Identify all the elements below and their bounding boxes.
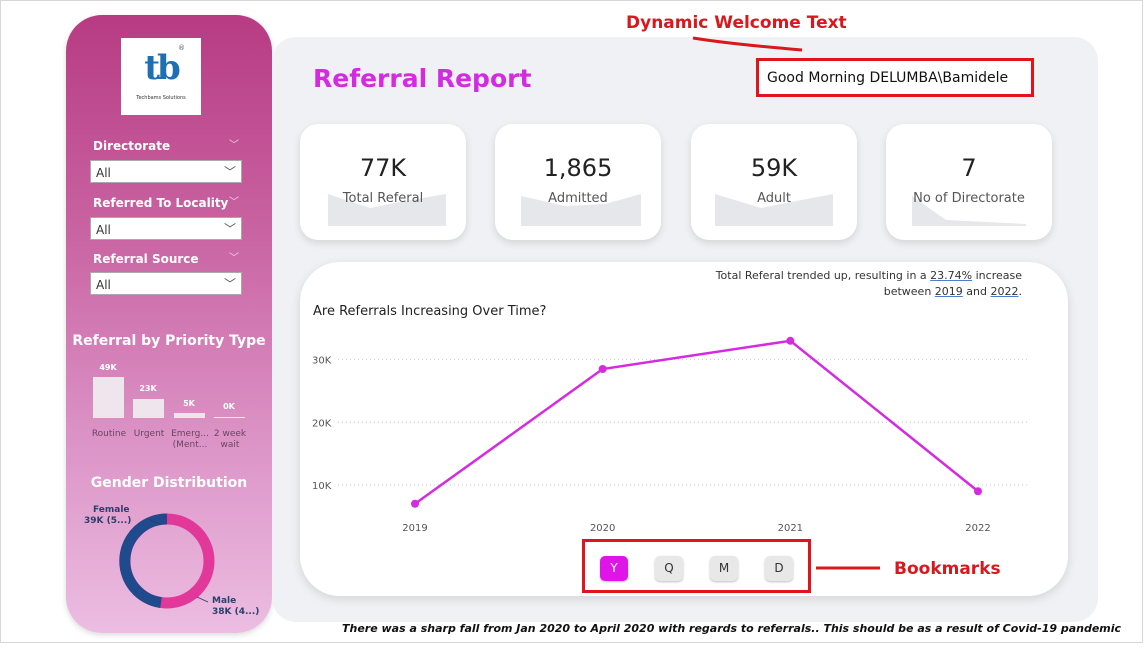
- bar-category-label: Urgent: [133, 429, 165, 439]
- x-tick-label: 2022: [965, 523, 990, 534]
- y-tick-label: 30K: [312, 356, 332, 367]
- bar-value-label: 5K: [183, 399, 195, 408]
- bar-routine[interactable]: [93, 377, 124, 418]
- male-value: 38K (4...): [212, 607, 260, 617]
- bookmark-year-button[interactable]: Y: [600, 556, 628, 581]
- gender-chart-title: Gender Distribution: [90, 475, 248, 491]
- slicer-label-directorate: Directorate: [93, 139, 171, 153]
- data-point[interactable]: [411, 499, 419, 508]
- x-tick-label: 2019: [402, 523, 427, 534]
- donut-label-female: Female: [93, 505, 130, 516]
- bar-value-label: 0K: [223, 402, 235, 411]
- dropdown-value: All: [96, 278, 111, 292]
- chevron-down-icon[interactable]: ﹀: [229, 249, 239, 264]
- kpi-label: No of Directorate: [913, 191, 1025, 206]
- bar-category-label: Emerg... (Ment...: [171, 429, 209, 450]
- welcome-text: Good Morning DELUMBA\Bamidele: [767, 70, 1009, 86]
- kpi-card-total-referal[interactable]: 77K Total Referal: [300, 124, 466, 240]
- annotation-arrow-line: [816, 566, 880, 570]
- bar-urgent[interactable]: [133, 399, 164, 418]
- bar-value-label: 49K: [99, 363, 117, 372]
- kpi-value: 7: [961, 154, 977, 182]
- bookmark-month-button[interactable]: M: [710, 556, 738, 581]
- kpi-label: Total Referal: [342, 191, 424, 206]
- bar-value-label: 23K: [139, 384, 157, 393]
- kpi-label: Adult: [757, 191, 791, 206]
- data-point[interactable]: [974, 487, 982, 496]
- female-label: Female: [93, 505, 130, 515]
- male-label: Male: [212, 596, 237, 606]
- bookmark-day-button[interactable]: D: [765, 556, 793, 581]
- directorate-dropdown[interactable]: All ﹀: [90, 160, 242, 183]
- bar-emergency[interactable]: [174, 413, 205, 418]
- footer-note: There was a sharp fall from Jan 2020 to …: [342, 622, 1122, 635]
- chevron-down-icon: ﹀: [223, 222, 236, 236]
- data-point[interactable]: [598, 365, 607, 374]
- chevron-down-icon[interactable]: ﹀: [229, 136, 239, 151]
- kpi-card-admitted[interactable]: 1,865 Admitted: [495, 124, 661, 240]
- dropdown-value: All: [96, 223, 111, 237]
- chevron-down-icon[interactable]: ﹀: [229, 193, 239, 208]
- female-value: 39K (5...): [84, 516, 132, 526]
- sparkline: [715, 194, 833, 226]
- locality-dropdown[interactable]: All ﹀: [90, 217, 242, 240]
- kpi-card-directorate[interactable]: 7 No of Directorate: [886, 124, 1052, 240]
- bar-category-label: Routine: [91, 429, 127, 439]
- sparkline: [521, 194, 641, 226]
- bar-category-label: 2 week wait: [213, 429, 247, 450]
- bar-2-week-wait[interactable]: [214, 417, 245, 418]
- source-dropdown[interactable]: All ﹀: [90, 272, 242, 295]
- annotation-underline: [692, 36, 803, 52]
- chevron-down-icon: ﹀: [223, 165, 236, 179]
- slicer-label-locality: Referred To Locality: [93, 196, 229, 210]
- logo-text: Techbams Solutions: [136, 95, 186, 101]
- annotation-bookmarks: Bookmarks: [894, 559, 1001, 579]
- sparkline: [912, 196, 1026, 226]
- company-logo: tb Techbams Solutions: [121, 38, 201, 115]
- registered-mark: ®: [178, 44, 185, 52]
- leader-line: [196, 596, 209, 603]
- data-point[interactable]: [786, 336, 795, 345]
- page-title: Referral Report: [313, 64, 532, 93]
- chevron-down-icon: ﹀: [223, 277, 236, 291]
- bookmark-navigator: Y Q M D: [582, 539, 811, 593]
- kpi-value: 77K: [359, 154, 407, 182]
- series-line: [414, 339, 979, 505]
- y-tick-label: 20K: [312, 418, 332, 429]
- x-tick-label: 2020: [590, 523, 615, 534]
- bookmark-quarter-button[interactable]: Q: [655, 556, 683, 581]
- kpi-card-adult[interactable]: 59K Adult: [691, 124, 857, 240]
- kpi-label: Admitted: [548, 191, 608, 206]
- x-tick-label: 2021: [778, 523, 803, 534]
- welcome-text-box: Good Morning DELUMBA\Bamidele: [756, 58, 1034, 97]
- sparkline: [328, 194, 446, 226]
- logo-mark: tb: [144, 48, 180, 88]
- donut-slice-female[interactable]: [119, 513, 168, 609]
- priority-chart-title: Referral by Priority Type: [72, 333, 266, 349]
- kpi-value: 1,865: [543, 154, 613, 182]
- y-tick-label: 10K: [312, 481, 332, 492]
- slicer-label-source: Referral Source: [93, 252, 199, 266]
- dropdown-value: All: [96, 166, 111, 180]
- kpi-value: 59K: [750, 154, 798, 182]
